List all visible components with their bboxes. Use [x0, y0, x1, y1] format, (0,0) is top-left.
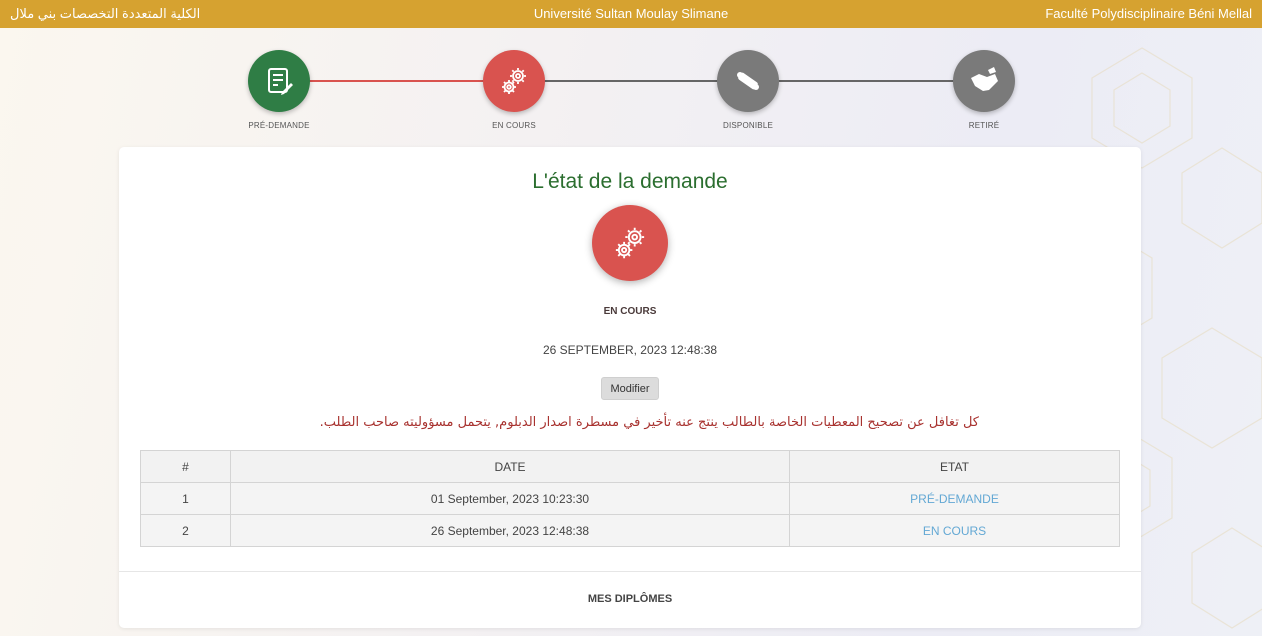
document-edit-icon — [268, 68, 293, 95]
request-progress-tracker: PRÉ-DEMANDE EN COURS DISPONIBLE RETIRÉ — [0, 30, 1262, 142]
column-header-date: DATE — [230, 450, 790, 483]
progress-line-completed — [279, 80, 514, 82]
top-banner: الكلية المتعددة التخصصات بني ملال Univer… — [0, 0, 1262, 28]
card-divider — [119, 571, 1141, 572]
step-label-pre-demande: PRÉ-DEMANDE — [248, 121, 310, 130]
step-disponible — [717, 50, 779, 112]
status-date: 26 SEPTEMBER, 2023 12:48:38 — [542, 343, 718, 357]
column-header-etat: ETAT — [789, 450, 1120, 483]
my-diplomas-link[interactable]: MES DIPLÔMES — [119, 593, 1141, 605]
row-number: 1 — [140, 482, 231, 515]
warning-message: كل تغافل عن تصحيح المعطيات الخاصة بالطال… — [319, 415, 979, 430]
table-row: 1 01 September, 2023 10:23:30 PRÉ-DEMAND… — [140, 482, 1120, 515]
step-label-en-cours: EN COURS — [492, 121, 536, 130]
row-date: 26 September, 2023 12:48:38 — [230, 514, 790, 547]
current-status: EN COURS — [603, 306, 657, 317]
gears-icon — [615, 227, 645, 259]
step-pre-demande — [248, 50, 310, 112]
row-number: 2 — [140, 514, 231, 547]
row-etat: EN COURS — [789, 514, 1120, 547]
diploma-scroll-icon — [737, 72, 759, 90]
status-icon-badge — [592, 205, 668, 281]
page-title: L'état de la demande — [532, 170, 728, 193]
status-history-table: # DATE ETAT 1 01 September, 2023 10:23:3… — [140, 450, 1120, 547]
request-status-card: L'état de la demande EN COURS 26 SEPTEMB… — [119, 147, 1141, 628]
step-en-cours — [483, 50, 545, 112]
row-etat: PRÉ-DEMANDE — [789, 482, 1120, 515]
gears-icon — [502, 68, 526, 94]
column-header-number: # — [140, 450, 231, 483]
table-header-row: # DATE ETAT — [140, 450, 1120, 483]
step-label-disponible: DISPONIBLE — [722, 121, 773, 130]
table-row: 2 26 September, 2023 12:48:38 EN COURS — [140, 514, 1120, 547]
handshake-icon — [971, 67, 998, 91]
step-label-retire: RETIRÉ — [968, 121, 1000, 130]
row-date: 01 September, 2023 10:23:30 — [230, 482, 790, 515]
faculty-name-french: Faculté Polydisciplinaire Béni Mellal — [1045, 6, 1252, 21]
step-retire — [953, 50, 1015, 112]
modify-button[interactable]: Modifier — [601, 377, 659, 400]
